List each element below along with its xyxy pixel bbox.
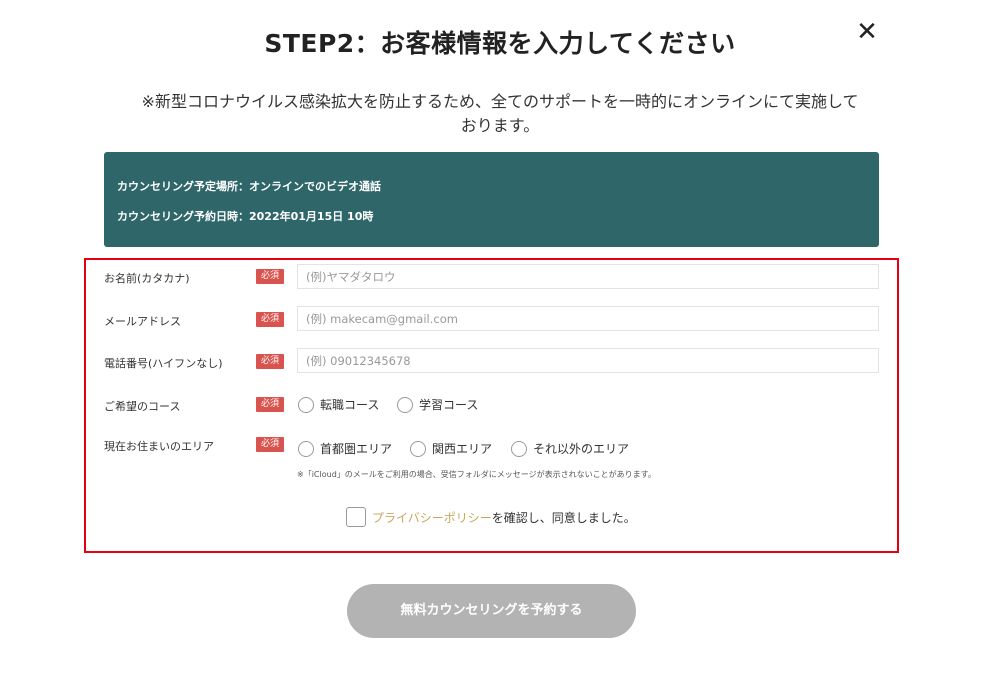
agreement-text: を確認し、同意しました。 [491,510,636,525]
course-option-career-change[interactable]: 転職コース [298,396,379,413]
page-title: STEP2：お客様情報を入力してください [264,29,736,58]
radio-circle-icon [298,396,314,413]
required-badge: 必須 [256,269,284,284]
area-option-kansai[interactable]: 関西エリア [410,440,492,457]
close-icon[interactable]: ✕ [852,18,882,48]
area-option-metropolitan[interactable]: 首都圏エリア [298,440,392,457]
area-label: 現在お住まいのエリア [104,440,214,453]
required-badge: 必須 [256,354,284,369]
agree-checkbox[interactable] [346,507,366,527]
required-badge: 必須 [256,397,284,412]
notice-line-2: おります。 [460,116,540,135]
radio-label: 転職コース [320,398,380,412]
notice-line-1: ※新型コロナウイルス感染拡大を防止するため、全てのサポートを一時的にオンラインに… [141,92,859,111]
required-badge: 必須 [256,312,284,327]
counseling-datetime: カウンセリング予約日時：2022年01月15日 10時 [117,210,374,223]
phone-label: 電話番号(ハイフンなし) [104,357,223,370]
name-label: お名前(カタカナ) [104,272,190,285]
counseling-info-box: カウンセリング予定場所：オンラインでのビデオ通話 カウンセリング予約日時：202… [104,152,879,247]
name-input[interactable] [297,264,879,289]
radio-circle-icon [410,440,426,457]
icloud-note: ※「iCloud」のメールをご利用の場合、受信フォルダにメッセージが表示されない… [297,470,656,479]
counseling-location: カウンセリング予定場所：オンラインでのビデオ通話 [117,180,381,193]
radio-label: 関西エリア [432,442,493,456]
radio-circle-icon [397,396,413,413]
privacy-agreement: プライバシーポリシー を確認し、同意しました。 [346,507,636,527]
radio-label: 首都圏エリア [320,442,393,456]
radio-circle-icon [298,440,314,457]
radio-circle-icon [511,440,527,457]
required-badge: 必須 [256,437,284,452]
notice-text: ※新型コロナウイルス感染拡大を防止するため、全てのサポートを一時的にオンラインに… [90,90,910,138]
course-label: ご希望のコース [104,400,181,413]
radio-label: 学習コース [419,398,479,412]
phone-input[interactable] [297,348,879,373]
radio-label: それ以外のエリア [533,442,630,456]
privacy-policy-link[interactable]: プライバシーポリシー [372,509,492,526]
email-label: メールアドレス [104,315,181,328]
area-option-other[interactable]: それ以外のエリア [511,440,629,457]
course-option-learning[interactable]: 学習コース [397,396,478,413]
email-input[interactable] [297,306,879,331]
submit-button[interactable]: 無料カウンセリングを予約する [347,584,636,638]
